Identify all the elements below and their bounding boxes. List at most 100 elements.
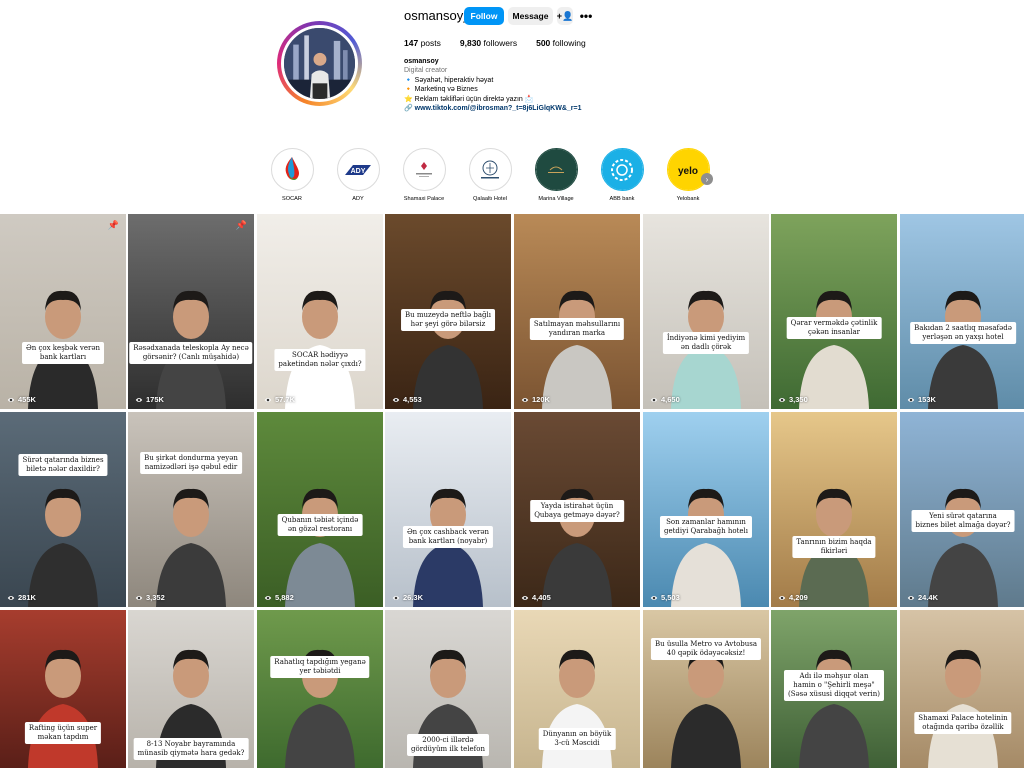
highlight-qalaalti[interactable]: Qalaaltı Hotel: [468, 148, 512, 202]
reel-caption: Dünyanın ən böyük 3-cü Məscidi: [538, 728, 616, 750]
reel-view-count: 5,882: [264, 593, 294, 602]
reel-view-count: 120K: [521, 395, 550, 404]
reel-tile[interactable]: Ən çox keşbək verən bank kartları 455K 📌: [0, 214, 126, 409]
following-stat[interactable]: 500 following: [536, 38, 586, 48]
reel-caption: 8-13 Noyabr bayramında münasib qiymətə ha…: [133, 738, 249, 760]
reel-tile[interactable]: Rahatlıq tapdığım yeganə yer təbiətdi: [257, 610, 383, 768]
reel-tile[interactable]: Satılmayan məhsullarını yandıran marka 120…: [514, 214, 640, 409]
bio-link[interactable]: 🔗 www.tiktok.com/@ibrosman?_t=8j6LiGlqKW…: [404, 104, 582, 113]
posts-stat: 147 posts: [404, 38, 441, 48]
reel-tile[interactable]: Rafting üçün super məkan tapdım: [0, 610, 126, 768]
chevron-right-icon[interactable]: ›: [701, 173, 713, 185]
ady-logo: ADY: [340, 151, 377, 188]
reel-caption: Yayda istirahət üçün Qubaya getməyə dəyər…: [530, 500, 624, 522]
reel-view-count: 4,405: [521, 593, 551, 602]
reel-view-count: 57.7K: [264, 395, 295, 404]
highlight-ady[interactable]: ADY ADY: [336, 148, 380, 202]
socar-flame-logo: [274, 151, 311, 188]
reel-tile[interactable]: Son zamanlar hamının getdiyi Qarabağh hot…: [643, 412, 769, 607]
reel-person-figure: [28, 290, 98, 409]
play-views-icon: [392, 595, 400, 600]
reel-tile[interactable]: Rəsədxanada teleskopla Ay necə görsənir? …: [128, 214, 254, 409]
highlight-abb-bank[interactable]: ABB bank: [600, 148, 644, 202]
bio-line: 🔸 Marketinq və Biznes: [404, 86, 478, 94]
reel-caption: Sürət qatarında biznes biletə nələr daxil…: [18, 454, 108, 476]
bio-name: osmansoy: [404, 58, 439, 65]
reel-person-figure: [156, 290, 226, 409]
reel-tile[interactable]: Yeni sürət qatarına biznes bilet almağa d…: [900, 412, 1024, 607]
highlight-shamaxi-palace[interactable]: Shamaxi Palace: [402, 148, 446, 202]
reel-view-count: 3,350: [778, 395, 808, 404]
reel-view-count: 4,650: [650, 395, 680, 404]
pin-icon: 📌: [235, 220, 247, 230]
reel-caption: Bu muzeydə neftlə bağlı hər şeyi görə bil…: [401, 309, 495, 331]
reel-person-figure: [799, 488, 869, 607]
reel-person-figure: [928, 488, 998, 607]
reel-caption: Rafting üçün super məkan tapdım: [24, 722, 102, 744]
play-views-icon: [778, 397, 786, 402]
suggest-button[interactable]: +⁠👤: [557, 7, 573, 25]
reel-view-count: 5,503: [650, 593, 680, 602]
play-views-icon: [264, 595, 272, 600]
play-views-icon: [392, 397, 400, 402]
profile-bio: osmansoy Digital creator 🔹 Səyahət, hipe…: [404, 57, 582, 113]
reel-view-count: 281K: [7, 593, 36, 602]
reel-tile[interactable]: Ən çox cashback verən bank kartları (noya…: [385, 412, 511, 607]
reel-caption: Son zamanlar hamının getdiyi Qarabağh hot…: [659, 516, 753, 538]
play-views-icon: [650, 595, 658, 600]
reel-tile[interactable]: İndiyənə kimi yediyim ən dadlı çörək 4,650: [643, 214, 769, 409]
followers-stat[interactable]: 9,830 followers: [460, 38, 517, 48]
reel-tile[interactable]: Qubanın təbiət içində ən gözəl restoranı 5…: [257, 412, 383, 607]
reel-person-figure: [28, 488, 98, 607]
more-options-button[interactable]: •••: [578, 7, 594, 25]
reel-tile[interactable]: 2000-ci illərdə gördüyüm ilk telefon: [385, 610, 511, 768]
reel-caption: Shamaxi Palace hotelinin otağında qəribə …: [914, 712, 1012, 734]
story-highlights: SOCAR ADY ADY Shamaxi Palace Qalaaltı Ho…: [270, 148, 730, 208]
reel-caption: Bakıdan 2 saatlıq məsafədə yerləşən ən ya…: [910, 322, 1016, 344]
follow-button[interactable]: Follow: [464, 7, 504, 25]
reel-caption: Adı ilə məhşur olan hamin o "Şehirli meşə…: [783, 670, 885, 701]
reel-tile[interactable]: Bu şirkət dondurma yeyən namizədləri işə …: [128, 412, 254, 607]
reel-tile[interactable]: Dünyanın ən böyük 3-cü Məscidi: [514, 610, 640, 768]
highlight-socar[interactable]: SOCAR: [270, 148, 314, 202]
play-views-icon: [7, 595, 15, 600]
reel-person-figure: [156, 488, 226, 607]
profile-header: osmansoy_ Follow Message +⁠👤 ••• 147 pos…: [0, 0, 1024, 140]
highlight-marina-village[interactable]: Marina Village: [534, 148, 578, 202]
abb-logo: [601, 149, 643, 190]
message-button[interactable]: Message: [508, 7, 553, 25]
reel-caption: Rəsədxanada teleskopla Ay necə görsənir? …: [129, 342, 253, 364]
reel-caption: Satılmayan məhsullarını yandıran marka: [529, 318, 625, 340]
bio-line: 🔹 Səyahət, hiperaktiv həyat: [404, 76, 494, 84]
reel-tile[interactable]: SOCAR hədiyyə paketindən nələr çıxdı? 57.7…: [257, 214, 383, 409]
play-views-icon: [135, 595, 143, 600]
shamaxi-palace-logo: [406, 151, 443, 188]
play-views-icon: [7, 397, 15, 402]
reel-tile[interactable]: Bakıdan 2 saatlıq məsafədə yerləşən ən ya…: [900, 214, 1024, 409]
reel-view-count: 175K: [135, 395, 164, 404]
reel-view-count: 3,352: [135, 593, 165, 602]
reel-tile[interactable]: 8-13 Noyabr bayramında münasib qiymətə ha…: [128, 610, 254, 768]
avatar-story-ring[interactable]: [277, 21, 362, 106]
reel-tile[interactable]: Shamaxi Palace hotelinin otağında qəribə …: [900, 610, 1024, 768]
reel-caption: Rahatlıq tapdığım yeganə yer təbiətdi: [270, 656, 370, 678]
reel-tile[interactable]: Tanrının bizim haqda fikirləri 4,209: [771, 412, 897, 607]
reel-caption: Bu üsulla Metro və Avtobusa 40 qəpik ödəy…: [650, 638, 762, 660]
avatar[interactable]: [281, 25, 358, 102]
play-views-icon: [907, 397, 915, 402]
reel-caption: Ən çox cashback verən bank kartları (noya…: [402, 526, 494, 548]
reel-caption: Tanrının bizim haqda fikirləri: [792, 536, 876, 558]
play-views-icon: [521, 397, 529, 402]
reel-view-count: 26.3K: [392, 593, 423, 602]
reel-tile[interactable]: Yayda istirahət üçün Qubaya getməyə dəyər…: [514, 412, 640, 607]
bio-category: Digital creator: [404, 67, 448, 75]
reel-tile[interactable]: Bu üsulla Metro və Avtobusa 40 qəpik ödəy…: [643, 610, 769, 768]
play-views-icon: [135, 397, 143, 402]
reel-view-count: 153K: [907, 395, 936, 404]
avatar-photo: [284, 28, 355, 99]
reels-grid: Ən çox keşbək verən bank kartları 455K 📌 Rəs…: [0, 214, 1024, 768]
reel-tile[interactable]: Qərar verməkdə çətinlik çəkən insanlar 3,3…: [771, 214, 897, 409]
reel-tile[interactable]: Adı ilə məhşur olan hamin o "Şehirli meşə…: [771, 610, 897, 768]
reel-tile[interactable]: Bu muzeydə neftlə bağlı hər şeyi görə bil…: [385, 214, 511, 409]
reel-tile[interactable]: Sürət qatarında biznes biletə nələr daxil…: [0, 412, 126, 607]
